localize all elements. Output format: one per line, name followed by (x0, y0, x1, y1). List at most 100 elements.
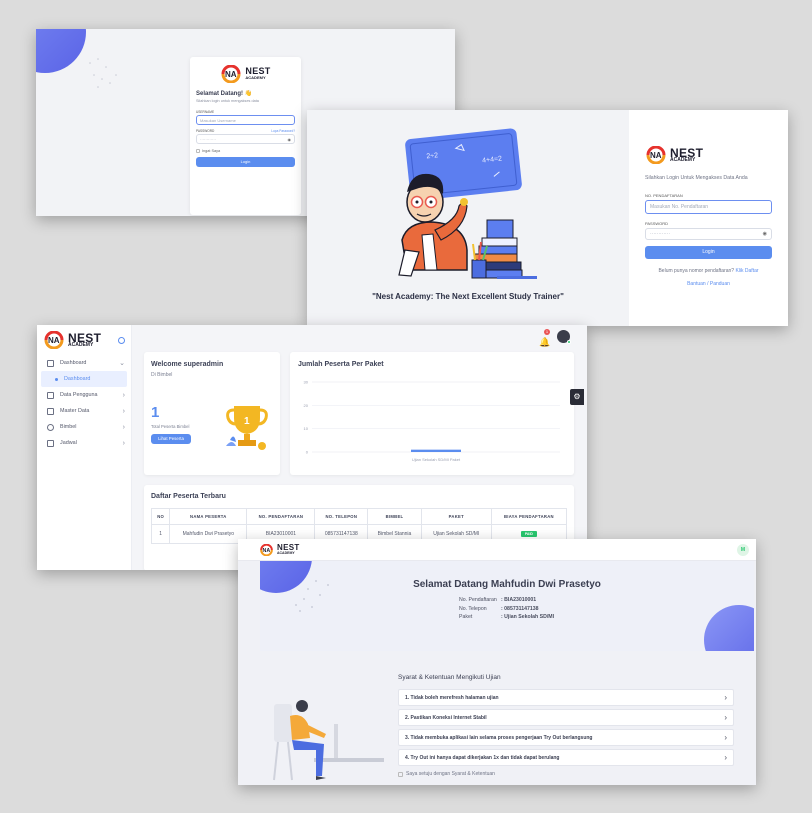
avatar[interactable] (557, 330, 571, 344)
eye-icon[interactable]: ◉ (763, 231, 767, 237)
nav-jadwal[interactable]: Jadwal › (37, 435, 131, 451)
username-label: USERNAME (196, 110, 215, 114)
column-header: NO (150, 508, 171, 525)
welcome-subtitle: Di Bimbel (151, 372, 173, 378)
notification-bell[interactable]: 🔔 1 (539, 328, 550, 347)
registration-number-input[interactable]: Masukan No. Pendaftaran (645, 200, 772, 214)
table-cell: Mahfudin Dwi Prasetyo (169, 524, 248, 544)
nav-label: Jadwal (60, 440, 77, 446)
password-dots: ············ (200, 137, 216, 142)
term-item[interactable]: 3. Tidak membuka aplikasi lain selama pr… (398, 729, 734, 746)
svg-text:NA: NA (48, 336, 60, 345)
reg-label: NO. PENDAFTARAN (645, 193, 683, 198)
collapse-toggle-icon[interactable] (118, 336, 125, 344)
calendar-icon (47, 439, 54, 447)
exam-landing-screenshot: NA NEST ACADEMY M Selamat Datang Mahfudin… (238, 539, 756, 785)
y-tick-label: 10 (304, 426, 309, 431)
bar (411, 449, 461, 452)
chevron-right-icon: › (724, 693, 727, 702)
nav-dashboard[interactable]: Dashboard ⌄ (37, 355, 131, 371)
participant-login-screenshot: 2÷2 4+4=2 "Nest Academy: The Next Excell… (307, 110, 788, 326)
welcome-title: Welcome superadmin (151, 361, 224, 368)
user-avatar[interactable]: M (737, 544, 749, 556)
column-header: NO. PENDAFTARAN (246, 508, 316, 525)
board-formula-1: 2÷2 (426, 152, 438, 160)
tagline: "Nest Academy: The Next Excellent Study … (372, 292, 564, 301)
password-dots: ············ (650, 231, 670, 237)
term-text: 2. Pastikan Koneksi Internet Stabil (405, 714, 487, 721)
trophy-icon: 1 (226, 406, 268, 450)
brand-logo: NA NEST ACADEMY (196, 65, 295, 83)
remember-checkbox[interactable] (196, 149, 200, 153)
svg-text:NA: NA (650, 151, 662, 160)
notification-badge: 1 (544, 328, 550, 335)
study-trainer-illustration: 2÷2 4+4=2 "Nest Academy: The Next Excell… (372, 128, 564, 301)
nest-logo-icon: NA (44, 331, 64, 349)
eye-icon[interactable]: ◉ (288, 137, 292, 142)
no-registration-text: Belum punya nomor pendaftaran? (658, 268, 735, 274)
svg-text:1: 1 (244, 416, 250, 427)
view-participants-button[interactable]: Lihat Peserta (151, 434, 191, 444)
term-item[interactable]: 1. Tidak boleh merefresh halaman ujian › (398, 689, 734, 706)
chevron-right-icon: › (122, 407, 125, 415)
brand-logo: NA NEST ACADEMY (645, 146, 772, 164)
login-button[interactable]: Login (645, 246, 772, 259)
svg-text:NA: NA (225, 70, 237, 79)
welcome-card: Welcome superadmin Di Bimbel 1 Total Pes… (144, 352, 280, 475)
term-text: 1. Tidak boleh merefresh halaman ujian (405, 694, 499, 701)
term-item[interactable]: 4. Try Out ini hanya dapat dikerjakan 1x… (398, 749, 734, 766)
illustration-area: 2÷2 4+4=2 "Nest Academy: The Next Excell… (307, 110, 629, 326)
nav-master-data[interactable]: Master Data › (37, 403, 131, 419)
chart-title: Jumlah Peserta Per Paket (298, 361, 384, 368)
nav-dashboard-sub[interactable]: Dashboard (41, 371, 127, 387)
info-label: Paket (459, 614, 473, 620)
nav-bimbel[interactable]: Bimbel › (37, 419, 131, 435)
welcome-hero: Selamat Datang Mahfudin Dwi Prasetyo No.… (260, 561, 754, 651)
forgot-password-link[interactable]: Lupa Password? (271, 129, 295, 133)
nav-label: Data Pengguna (60, 392, 98, 398)
info-value: 085731147138 (504, 605, 539, 612)
login-button[interactable]: Login (196, 157, 295, 167)
term-text: 4. Try Out ini hanya dapat dikerjakan 1x… (405, 754, 560, 761)
nav-label: Bimbel (60, 424, 77, 430)
participant-info: No. Pendaftaran: BIA23010001 No. Telepon… (459, 597, 555, 620)
users-icon (47, 423, 54, 431)
password-label: PASSWORD (196, 129, 215, 133)
bell-icon: 🔔 (539, 336, 551, 347)
register-link[interactable]: Klik Daftar (735, 268, 758, 274)
table-icon (47, 391, 54, 399)
nav-data-pengguna[interactable]: Data Pengguna › (37, 387, 131, 403)
nav-label: Dashboard (64, 376, 91, 382)
chevron-right-icon: › (724, 713, 727, 722)
info-value: Ujian Sekolah SD/MI (504, 614, 555, 620)
password-input[interactable]: ············ ◉ (196, 134, 295, 144)
nest-logo-icon: NA (221, 65, 241, 83)
decorative-blob (36, 29, 86, 73)
participants-bar-chart: 30 20 10 0 Ujian Sekolah SD/MI Paket (304, 380, 560, 462)
login-form: NA NEST ACADEMY Silahkan Login Untuk Meng… (629, 110, 788, 326)
term-text: 3. Tidak membuka aplikasi lain selama pr… (405, 734, 593, 741)
chevron-right-icon: › (122, 439, 125, 447)
sidebar: NA NEST ACADEMY Dashboard ⌄ Dashboard Data… (37, 325, 132, 570)
brand-sub: ACADEMY (245, 75, 266, 81)
password-input[interactable]: ············ ◉ (645, 228, 772, 240)
chevron-down-icon: ⌄ (119, 360, 125, 367)
brand-logo: NA NEST ACADEMY (259, 544, 300, 556)
login-card: NA NEST ACADEMY Selamat Datang! 👋 Silahka… (190, 57, 301, 215)
person-at-computer-illustration (273, 700, 384, 781)
help-link[interactable]: Bantuan / Panduan (645, 281, 772, 287)
chevron-right-icon: › (724, 753, 727, 762)
dot-icon (55, 377, 58, 381)
brand-sub: ACADEMY (277, 550, 295, 555)
username-input[interactable]: Masukan Username (196, 115, 295, 125)
settings-gear-icon[interactable]: ⚙ (570, 389, 584, 405)
chevron-right-icon: › (724, 733, 727, 742)
login-subtitle: Silahkan Login Untuk Mengakses Data Anda (645, 175, 748, 181)
term-item[interactable]: 2. Pastikan Koneksi Internet Stabil › (398, 709, 734, 726)
paid-badge: PAID (520, 531, 537, 537)
chevron-right-icon: › (122, 423, 125, 431)
welcome-title: Selamat Datang Mahfudin Dwi Prasetyo (413, 579, 601, 590)
agree-checkbox[interactable] (398, 771, 403, 777)
dot-pattern (89, 58, 117, 88)
welcome-subtitle: Silahkan login untuk mengakses data (196, 99, 259, 103)
